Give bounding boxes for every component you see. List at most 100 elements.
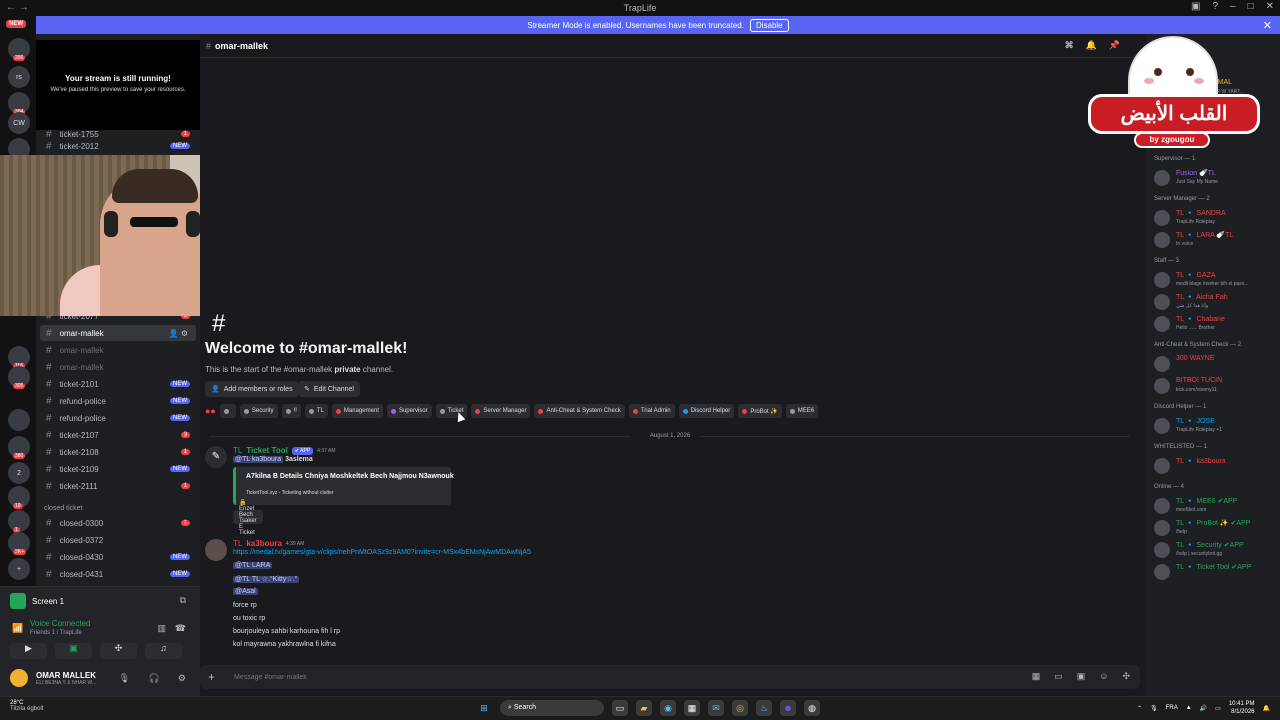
role-chip[interactable]	[219, 404, 236, 418]
user-mention[interactable]: @TL ka3boura	[233, 456, 284, 463]
channel-item[interactable]: # closed-0300 1	[40, 515, 196, 531]
author-name[interactable]: Ticket Tool	[246, 446, 288, 455]
member-item[interactable]: TL 🔹 MEE6 ✔APP mee6bot.com	[1154, 496, 1278, 516]
role-chip[interactable]: TL	[304, 404, 328, 418]
server-icon[interactable]	[8, 409, 30, 431]
close-window-icon[interactable]: ✕	[1266, 1, 1274, 12]
message-link[interactable]: https://medal.tv/games/gta-v/clips/nehPn…	[233, 549, 531, 556]
screen-share-item[interactable]: Screen 1	[10, 593, 64, 609]
voice-location[interactable]: Friends 1 / TrapLife	[30, 630, 82, 636]
weather-widget[interactable]: 28°C Tilzita égbolt	[10, 700, 43, 712]
store-icon[interactable]: ▦	[684, 700, 700, 716]
server-icon[interactable]: rs	[8, 66, 30, 88]
role-chip[interactable]: Anti-Cheat & System Check	[534, 404, 625, 418]
author-name[interactable]: ka3boura	[246, 539, 282, 548]
disconnect-icon[interactable]: ☎	[175, 623, 186, 634]
member-item[interactable]: TL 🔹 GAZA medli blage inseker bih el pass…	[1154, 270, 1278, 290]
discord-icon[interactable]: ☻	[780, 700, 796, 716]
member-item[interactable]: TL 🔹 JOSE TrapLife Roleplay +1	[1154, 416, 1278, 436]
channel-item[interactable]: # closed-0430 NEW	[40, 549, 196, 565]
settings-gear-icon[interactable]: ⚙	[178, 673, 186, 684]
member-item[interactable]: TL 🔹 Chabane Hello ...... Brother	[1154, 314, 1278, 334]
member-item[interactable]: BITBOI TUCIN kick.com/xtoony11	[1154, 376, 1278, 396]
close-ticket-button[interactable]: 🔒 Enzel Bech Tsaker E Ticket	[233, 500, 263, 536]
channel-item[interactable]: # omar-mallek	[40, 342, 196, 358]
obs-icon[interactable]: ◍	[804, 700, 820, 716]
role-chip[interactable]: Security	[239, 404, 278, 418]
channel-item[interactable]: # refund-police NEW	[40, 410, 196, 426]
headphone-icon[interactable]: 🎧	[149, 673, 160, 684]
role-chip[interactable]: ProBot ✨	[738, 404, 782, 418]
sticker-icon[interactable]: ▣	[1077, 671, 1086, 682]
member-item[interactable]: TL 🔹 ka3boura	[1154, 456, 1278, 476]
popout-icon[interactable]: ⧉	[180, 595, 186, 606]
member-item[interactable]: 300 WAYNE	[1154, 354, 1278, 374]
threads-icon[interactable]: ⌘	[1065, 40, 1074, 51]
edit-channel-button[interactable]: ✎ Edit Channel	[298, 381, 360, 397]
inbox-icon[interactable]: ▣	[1191, 1, 1200, 12]
emoji-icon[interactable]: ☺	[1099, 671, 1108, 682]
user-mention[interactable]: @TL LARA	[233, 562, 273, 569]
user-panel[interactable]: OMAR MALLEK ELI BE3NA Y..II NHAR W...	[10, 669, 96, 687]
language[interactable]: FRA	[1166, 705, 1178, 711]
server-icon[interactable]: CW	[8, 112, 30, 134]
role-chip[interactable]: Server Manager	[471, 404, 531, 418]
user-mention[interactable]: @TL TL ☆.°Kitty☆.°	[233, 576, 300, 583]
clock[interactable]: 10:41 PM 8/1/2026	[1229, 700, 1255, 716]
role-chip[interactable]: Trial Admin	[628, 404, 675, 418]
camera-button[interactable]: ▶	[10, 643, 47, 659]
file-explorer-icon[interactable]: ▰	[636, 700, 652, 716]
role-chip[interactable]: Management	[331, 404, 383, 418]
disable-streamer-button[interactable]: Disable	[749, 18, 789, 32]
noise-suppression-icon[interactable]: ▥	[157, 623, 166, 634]
taskbar-search[interactable]: ⌕ Search	[500, 700, 604, 716]
avatar[interactable]	[205, 539, 227, 561]
edge-icon[interactable]: ◉	[660, 700, 676, 716]
add-members-button[interactable]: 👤 Add members or roles	[205, 381, 299, 397]
channel-item[interactable]: # ticket-2012 NEW	[40, 138, 196, 154]
apps-icon[interactable]: ✣	[1122, 671, 1130, 682]
channel-item[interactable]: # refund-police NEW	[40, 393, 196, 409]
message-input[interactable]	[234, 673, 834, 681]
role-chip[interactable]: MEE6	[785, 404, 819, 418]
mail-icon[interactable]: ✉	[708, 700, 724, 716]
plus-icon[interactable]: +	[208, 670, 224, 684]
minimize-icon[interactable]: –	[1230, 1, 1236, 12]
nav-arrows-icon[interactable]: ← →	[6, 2, 29, 13]
mic-tray-icon[interactable]: 🎙	[1150, 705, 1158, 712]
task-view-icon[interactable]: ▭	[612, 700, 628, 716]
role-chip[interactable]: Discord Helper	[678, 404, 735, 418]
soundboard-button[interactable]: ♫	[145, 643, 182, 659]
screen-button[interactable]: ▣	[55, 643, 92, 659]
channel-item[interactable]: # ticket-2107 3	[40, 427, 196, 443]
channel-item[interactable]: # closed-0372	[40, 532, 196, 548]
member-item[interactable]: TL 🔹 SANDRA TrapLife Roleplay	[1154, 208, 1278, 228]
member-item[interactable]: TL 🔹 LARA 🍼TL In voice	[1154, 230, 1278, 250]
server-icon[interactable]: 2	[8, 462, 30, 484]
help-icon[interactable]: ?	[1212, 1, 1218, 12]
channel-item[interactable]: # omar-mallek 👤 ⚙	[40, 325, 196, 341]
role-chip[interactable]: !!	[281, 404, 301, 418]
gift-icon[interactable]: ▦	[1032, 671, 1041, 682]
gif-icon[interactable]: ▭	[1054, 671, 1063, 682]
chrome-icon[interactable]: ◎	[732, 700, 748, 716]
member-item[interactable]: TL 🔹 Ticket Tool ✔APP	[1154, 562, 1278, 582]
activities-button[interactable]: ✣	[100, 643, 137, 659]
wifi-icon[interactable]: ▲	[1186, 705, 1192, 711]
close-icon[interactable]: ✕	[1263, 19, 1272, 32]
channel-item[interactable]: # closed-0431 NEW	[40, 566, 196, 582]
channel-item[interactable]: # ticket-2111 1	[40, 478, 196, 494]
channel-item[interactable]: # ticket-2101 NEW	[40, 376, 196, 392]
windows-start-icon[interactable]: ⊞	[476, 700, 492, 716]
role-chip[interactable]: Supervisor	[386, 404, 432, 418]
add-server-icon[interactable]: +	[8, 558, 30, 580]
mic-icon[interactable]: 🎙	[119, 673, 130, 684]
role-mention[interactable]: @Asal	[233, 588, 258, 595]
maximize-icon[interactable]: □	[1248, 1, 1254, 12]
member-item[interactable]: TL 🔹 Security ✔APP/help | securitybot.gg	[1154, 540, 1278, 560]
channel-settings-icon[interactable]: 👤 ⚙	[169, 329, 188, 338]
channel-item[interactable]: # ticket-2108 1	[40, 444, 196, 460]
notification-icon[interactable]: 🔔	[1263, 705, 1270, 712]
steam-icon[interactable]: ♨	[756, 700, 772, 716]
battery-icon[interactable]: ▭	[1215, 705, 1221, 712]
